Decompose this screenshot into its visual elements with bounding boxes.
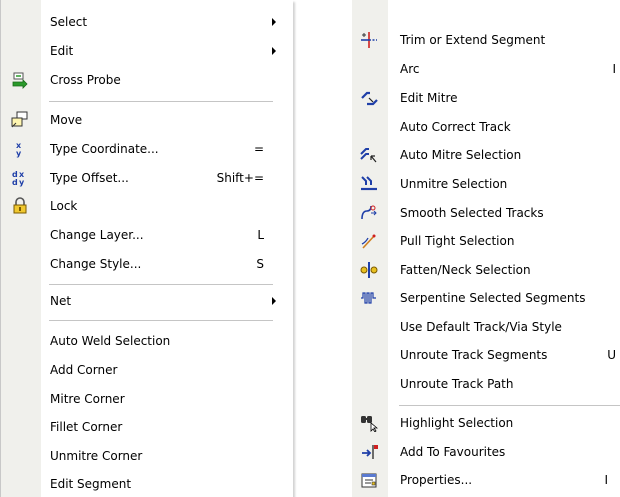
menu-item-use-default-track-via-style[interactable]: Use Default Track/Via Style	[352, 314, 620, 340]
menu-item-unroute-track-path[interactable]: Unroute Track Path	[352, 371, 620, 397]
trim-extend-icon	[360, 31, 378, 49]
menu-item-edit-mitre[interactable]: Edit Mitre	[352, 85, 620, 111]
move-icon	[11, 111, 29, 129]
menu-item-label: Trim or Extend Segment	[400, 33, 546, 47]
menu-item-shortcut: L	[257, 228, 264, 242]
menu-item-label: Arc	[400, 62, 420, 76]
pull-tight-icon	[360, 232, 378, 250]
menu-item-lock[interactable]: Lock	[1, 193, 293, 219]
submenu-arrow-icon	[272, 297, 276, 305]
menu-item-label: Select	[50, 15, 88, 29]
svg-text:y: y	[19, 178, 25, 187]
menu-item-label: Use Default Track/Via Style	[400, 320, 562, 334]
menu-item-arc[interactable]: Arc I	[352, 56, 620, 82]
menu-item-net[interactable]: Net	[1, 288, 293, 314]
menu-item-label: Serpentine Selected Segments	[400, 291, 586, 305]
menu-item-label: Edit	[50, 44, 74, 58]
menu-item-shortcut: Shift+=	[216, 171, 264, 185]
menu-item-label: Unmitre Corner	[50, 449, 143, 463]
menu-item-type-offset[interactable]: dxdy Type Offset... Shift+=	[1, 165, 293, 191]
menu-item-label: Unroute Track Segments	[400, 348, 548, 362]
menu-item-label: Highlight Selection	[400, 416, 514, 430]
menu-item-mitre-corner[interactable]: Mitre Corner	[1, 386, 293, 412]
menu-item-fatten-neck-selection[interactable]: Fatten/Neck Selection	[352, 257, 620, 283]
menu-item-label: Move	[50, 113, 83, 127]
menu-item-shortcut: I	[604, 473, 608, 487]
menu-item-label: Unmitre Selection	[400, 177, 508, 191]
menu-item-label: Auto Weld Selection	[50, 334, 171, 348]
menu-item-properties[interactable]: Properties... I	[352, 467, 620, 493]
properties-icon	[360, 471, 378, 489]
menu-item-select[interactable]: Select	[1, 9, 293, 35]
menu-item-unmitre-selection[interactable]: Unmitre Selection	[352, 171, 620, 197]
context-menu-left: Select Edit Cross Probe Move xy Type Coo…	[0, 0, 293, 497]
menu-item-label: Unroute Track Path	[400, 377, 514, 391]
svg-text:d: d	[12, 178, 18, 187]
menu-item-highlight-selection[interactable]: Highlight Selection	[352, 410, 620, 436]
menu-item-add-corner[interactable]: Add Corner	[1, 357, 293, 383]
menu-item-edit[interactable]: Edit	[1, 38, 293, 64]
menu-separator	[399, 405, 620, 406]
menu-item-shortcut: I	[612, 62, 616, 76]
menu-item-unmitre-corner[interactable]: Unmitre Corner	[1, 443, 293, 469]
menu-item-smooth-selected-tracks[interactable]: Smooth Selected Tracks	[352, 200, 620, 226]
menu-item-change-layer[interactable]: Change Layer... L	[1, 222, 293, 248]
menu-item-label: Change Layer...	[50, 228, 144, 242]
menu-item-shortcut: =	[253, 142, 264, 156]
menu-item-edit-segment[interactable]: Edit Segment	[1, 471, 293, 497]
menu-item-fillet-corner[interactable]: Fillet Corner	[1, 414, 293, 440]
menu-item-type-coordinate[interactable]: xy Type Coordinate... =	[1, 136, 293, 162]
context-menu-right: Trim or Extend Segment Arc I Edit Mitre …	[352, 0, 620, 497]
menu-item-label: Smooth Selected Tracks	[400, 206, 544, 220]
menu-item-change-style[interactable]: Change Style... S	[1, 251, 293, 277]
svg-text:y: y	[16, 149, 22, 158]
menu-item-label: Lock	[50, 199, 78, 213]
menu-item-label: Cross Probe	[50, 73, 121, 87]
menu-item-shortcut: U	[607, 348, 616, 362]
type-offset-icon: dxdy	[11, 169, 29, 187]
edit-mitre-icon	[360, 89, 378, 107]
menu-separator	[49, 284, 273, 285]
serpentine-icon	[360, 289, 378, 307]
menu-item-serpentine-selected-segments[interactable]: Serpentine Selected Segments	[352, 285, 620, 311]
menu-item-label: Net	[50, 294, 72, 308]
menu-item-add-to-favourites[interactable]: Add To Favourites	[352, 439, 620, 465]
menu-item-label: Type Offset...	[50, 171, 129, 185]
menu-item-auto-weld-selection[interactable]: Auto Weld Selection	[1, 328, 293, 354]
cross-probe-icon	[11, 71, 29, 89]
menu-item-label: Add To Favourites	[400, 445, 506, 459]
lock-icon	[11, 197, 29, 215]
menu-item-label: Change Style...	[50, 257, 142, 271]
menu-item-pull-tight-selection[interactable]: Pull Tight Selection	[352, 228, 620, 254]
menu-item-label: Auto Mitre Selection	[400, 148, 522, 162]
menu-item-trim-extend-segment[interactable]: Trim or Extend Segment	[352, 27, 620, 53]
menu-item-label: Auto Correct Track	[400, 120, 511, 134]
add-favourites-icon	[360, 443, 378, 461]
menu-item-unroute-track-segments[interactable]: Unroute Track Segments U	[352, 342, 620, 368]
menu-item-label: Edit Mitre	[400, 91, 458, 105]
smooth-tracks-icon	[360, 204, 378, 222]
auto-mitre-icon	[360, 146, 378, 164]
submenu-arrow-icon	[272, 47, 276, 55]
menu-item-auto-mitre-selection[interactable]: Auto Mitre Selection	[352, 142, 620, 168]
menu-item-label: Pull Tight Selection	[400, 234, 515, 248]
fatten-neck-icon	[360, 261, 378, 279]
submenu-arrow-icon	[272, 18, 276, 26]
menu-separator	[49, 320, 273, 321]
menu-item-shortcut: S	[256, 257, 264, 271]
menu-item-label: Fatten/Neck Selection	[400, 263, 531, 277]
menu-item-label: Mitre Corner	[50, 392, 125, 406]
menu-item-label: Type Coordinate...	[50, 142, 159, 156]
menu-item-label: Properties...	[400, 473, 473, 487]
menu-item-auto-correct-track[interactable]: Auto Correct Track	[352, 114, 620, 140]
type-coordinate-icon: xy	[11, 140, 29, 158]
menu-item-move[interactable]: Move	[1, 107, 293, 133]
menu-item-label: Add Corner	[50, 363, 118, 377]
unmitre-icon	[360, 175, 378, 193]
highlight-selection-icon	[360, 414, 378, 432]
menu-separator	[49, 101, 273, 102]
menu-item-label: Edit Segment	[50, 477, 132, 491]
menu-item-cross-probe[interactable]: Cross Probe	[1, 67, 293, 93]
menu-item-label: Fillet Corner	[50, 420, 123, 434]
